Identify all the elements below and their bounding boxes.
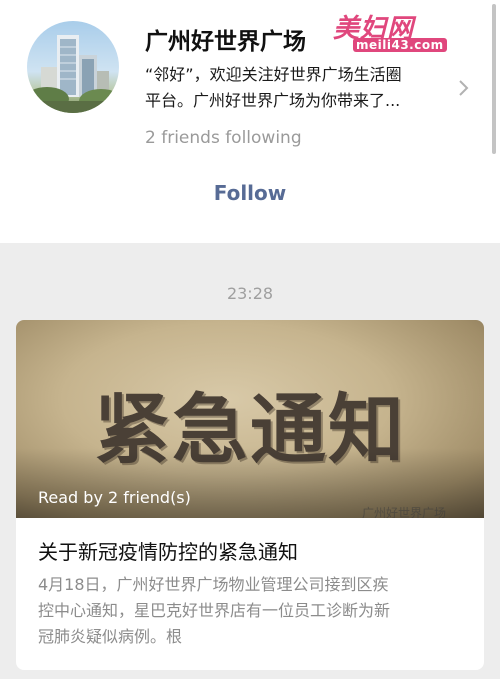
article-cover-image[interactable]: 紧急通知 Read by 2 friend(s) 广州好世界广场 xyxy=(16,320,484,518)
message-timestamp: 23:28 xyxy=(226,284,274,303)
summary-line: 冠肺炎疑似病例。根 xyxy=(38,627,183,646)
intro-line: 平台。广州好世界广场为你带来了... xyxy=(145,91,401,110)
summary-line: 控中心通知，星巴克好世界店有一位员工诊断为新 xyxy=(38,601,391,620)
article-card[interactable]: 紧急通知 Read by 2 friend(s) 广州好世界广场 关于新冠疫情防… xyxy=(16,320,484,670)
account-profile-header: 广州好世界广场 美妇网 meili43.com “邻好”，欢迎关注好世界广场生活… xyxy=(0,0,500,243)
account-intro[interactable]: “邻好”，欢迎关注好世界广场生活圈 平台。广州好世界广场为你带来了... xyxy=(145,62,445,114)
summary-line: 4月18日，广州好世界广场物业管理公司接到区疾 xyxy=(38,575,389,594)
cover-watermark: 广州好世界广场 xyxy=(362,506,447,518)
article-summary: 4月18日，广州好世界广场物业管理公司接到区疾 控中心通知，星巴克好世界店有一位… xyxy=(38,572,468,650)
watermark: 美妇网 meili43.com xyxy=(333,8,449,58)
account-name: 广州好世界广场 xyxy=(145,29,306,55)
chevron-right-icon[interactable] xyxy=(457,78,471,98)
read-by-friends: Read by 2 friend(s) xyxy=(38,488,191,507)
article-title[interactable]: 关于新冠疫情防控的紧急通知 xyxy=(38,536,298,565)
scrollbar[interactable] xyxy=(492,4,496,154)
building-photo-icon xyxy=(27,35,119,113)
friends-following-count: 2 friends following xyxy=(145,128,302,148)
account-avatar[interactable] xyxy=(27,21,119,113)
intro-line: “邻好”，欢迎关注好世界广场生活圈 xyxy=(145,65,402,84)
follow-button[interactable]: Follow xyxy=(0,181,500,205)
watermark-domain: meili43.com xyxy=(353,38,447,52)
